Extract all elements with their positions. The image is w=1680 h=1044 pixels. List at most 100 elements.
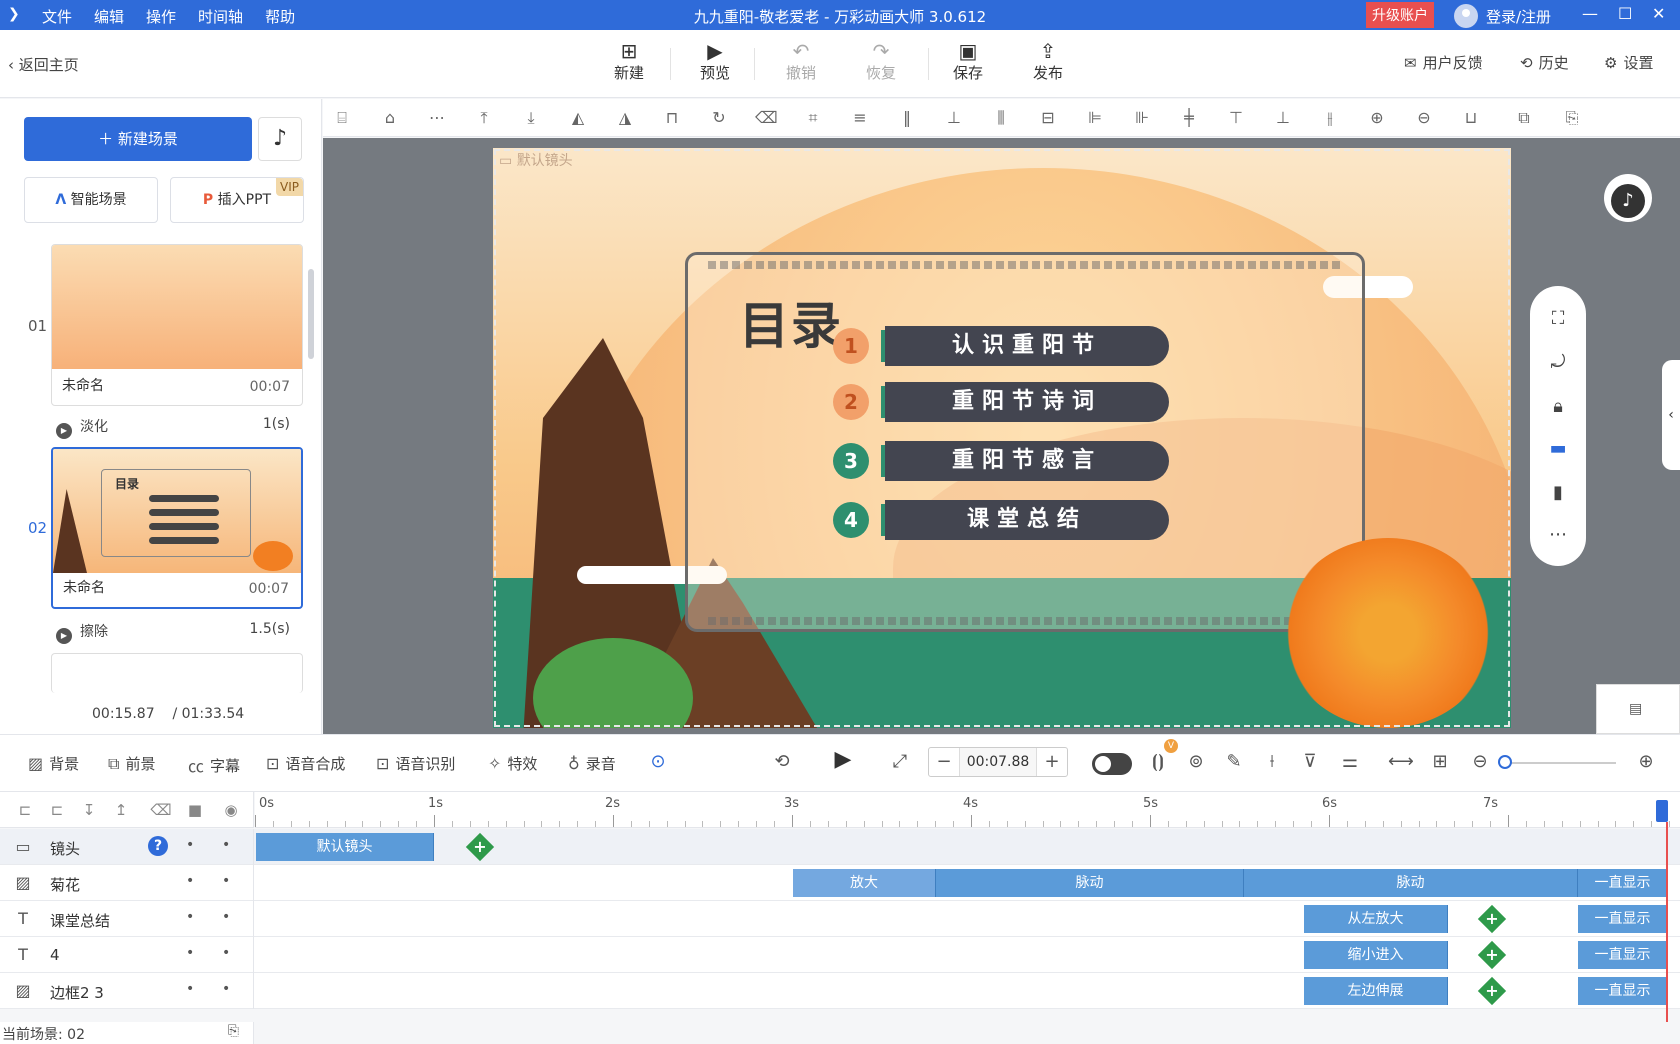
login-register-button[interactable]: 登录/注册 — [1454, 4, 1551, 28]
page-icon[interactable]: ⎘ — [228, 1023, 239, 1039]
time-minus-button[interactable]: − — [931, 751, 957, 772]
time-stepper[interactable]: − 00:07.88 + — [928, 747, 1068, 777]
animation-clip[interactable]: 从左放大 — [1304, 905, 1448, 933]
folder-icon[interactable]: ⊏ — [14, 801, 36, 819]
format-brush-icon[interactable]: ⌸ — [331, 108, 353, 128]
effects-button[interactable]: ✧ 特效 — [488, 753, 537, 774]
scene-transition-02[interactable]: ▶ 擦除 1.5(s) — [56, 621, 300, 644]
track-row-flower[interactable]: ▨ 菊花 • • 放大 脉动 脉动 一直显示 — [0, 865, 1680, 901]
align-center-icon[interactable]: ≡ — [849, 108, 871, 127]
toggle-switch[interactable] — [1092, 753, 1132, 775]
camera-snapshot-icon[interactable]: ⊚ — [1184, 751, 1208, 772]
scrollbar[interactable] — [308, 269, 314, 359]
maximize-icon[interactable]: ☐ — [1618, 4, 1632, 23]
scene-card-02[interactable]: 目录 未命名 00:07 — [51, 447, 303, 609]
fullscreen-icon[interactable]: ⤢ — [888, 751, 912, 772]
visibility-dot[interactable]: • — [186, 909, 194, 925]
portrait-icon[interactable]: ▮ — [1530, 482, 1586, 503]
history-button[interactable]: ⟲ 历史 — [1520, 52, 1569, 73]
visibility-dot[interactable]: • — [186, 981, 194, 997]
camera-clip[interactable]: 默认镜头 — [256, 833, 434, 861]
filter-icon[interactable]: ⊽ — [1298, 751, 1322, 772]
add-keyframe-button[interactable]: + — [1477, 940, 1507, 970]
align-middle-icon[interactable]: ‖ — [896, 108, 918, 127]
subtitle-button[interactable]: ㏄字幕 — [188, 753, 240, 777]
adjust-icon[interactable]: ⚌ — [1338, 751, 1362, 772]
track-row-four[interactable]: T 4 • • 缩小进入 + 一直显示 — [0, 937, 1680, 973]
lock-icon[interactable]: ⊓ — [661, 108, 683, 127]
music-toggle-button[interactable]: ♪ — [1604, 174, 1652, 222]
publish-button[interactable]: ⇪ 发布 — [1018, 40, 1078, 83]
toc-title[interactable]: 目录 — [739, 286, 843, 358]
zoom-in-icon[interactable]: ⊕ — [1634, 751, 1658, 772]
more-icon[interactable]: ⋯ — [426, 108, 448, 127]
canvas-area[interactable]: 目录 1 认识重阳节 2 重阳节诗词 3 重阳节感言 4 课堂总结 ▭ 默认镜头… — [323, 138, 1680, 734]
align-left-icon[interactable]: ⊫ — [1084, 108, 1106, 127]
play-icon[interactable]: ▶ — [831, 747, 855, 772]
back-home-button[interactable]: ‹ 返回主页 — [8, 54, 79, 75]
animation-clip[interactable]: 一直显示 — [1578, 869, 1668, 897]
zoom-slider-track[interactable] — [1504, 762, 1616, 764]
playhead-handle[interactable] — [1656, 800, 1668, 822]
animation-clip[interactable]: 一直显示 — [1578, 977, 1668, 1005]
settings-button[interactable]: ⚙ 设置 — [1604, 52, 1653, 73]
rotate-icon[interactable]: ↻ — [708, 108, 730, 127]
align-base-icon[interactable]: ⊥ — [1272, 108, 1294, 127]
time-plus-button[interactable]: + — [1039, 751, 1065, 772]
minimap[interactable]: ▤ — [1596, 684, 1680, 734]
lock-dot[interactable]: • — [222, 909, 230, 925]
distribute-h-icon[interactable]: ⫼ — [990, 108, 1012, 128]
add-keyframe-button[interactable]: + — [1477, 976, 1507, 1006]
minimize-icon[interactable]: — — [1582, 4, 1598, 23]
upgrade-account-button[interactable]: 升级账户 — [1366, 2, 1434, 28]
lock-dot[interactable]: • — [222, 837, 230, 853]
help-icon[interactable]: ? — [148, 836, 168, 856]
replay-icon[interactable]: ⟲ — [770, 751, 794, 772]
music-button[interactable]: ♪ — [258, 117, 302, 161]
paste-icon[interactable]: ⎘ — [1561, 108, 1583, 128]
insert-ppt-button[interactable]: P 插入PPT VIP — [170, 177, 304, 223]
fit-screen-icon[interactable]: ⛶ — [1530, 308, 1586, 329]
align-top-icon[interactable]: ⊤ — [1225, 108, 1247, 127]
zoom-out-icon[interactable]: ⊖ — [1413, 108, 1435, 127]
visibility-dot[interactable]: • — [186, 873, 194, 889]
foreground-button[interactable]: ⧉ 前景 — [108, 753, 155, 774]
lock-icon[interactable]: ■ — [184, 801, 206, 819]
align-bottom-icon[interactable]: ⊥ — [943, 108, 965, 127]
track-row-summary[interactable]: T 课堂总结 • • 从左放大 + 一直显示 — [0, 901, 1680, 937]
animation-clip[interactable]: 脉动 — [936, 869, 1244, 897]
one-to-one-icon[interactable]: ⊞ — [1428, 751, 1452, 772]
send-bottom-icon[interactable]: ⤓ — [520, 108, 542, 128]
new-scene-button[interactable]: ＋ 新建场景 — [24, 117, 252, 161]
crop-icon[interactable]: ⌗ — [802, 108, 824, 128]
smart-scene-button[interactable]: Λ 智能场景 — [24, 177, 158, 223]
split-icon[interactable]: ⟊ — [1260, 751, 1284, 772]
more-options-icon[interactable]: ⊙ — [646, 751, 670, 772]
scene-card-01[interactable]: 未命名 00:07 — [51, 244, 303, 406]
lock-icon[interactable]: 🔒︎ — [1530, 396, 1586, 417]
new-button[interactable]: ⊞ 新建 — [599, 40, 659, 83]
bracket-icon[interactable]: ⦗⦘ — [1146, 751, 1170, 772]
distribute-v-icon[interactable]: ⊟ — [1037, 108, 1059, 127]
zoom-out-icon[interactable]: ⊖ — [1468, 751, 1492, 772]
move-down-icon[interactable]: ↧ — [78, 801, 100, 819]
animation-clip[interactable]: 左边伸展 — [1304, 977, 1448, 1005]
add-keyframe-button[interactable]: + — [465, 832, 495, 862]
edit-icon[interactable]: ✎ — [1222, 751, 1246, 772]
slide-canvas[interactable]: 目录 1 认识重阳节 2 重阳节诗词 3 重阳节感言 4 课堂总结 — [493, 148, 1511, 728]
redo-button[interactable]: ↷ 恢复 — [851, 40, 911, 83]
close-icon[interactable]: ✕ — [1652, 4, 1665, 23]
chrysanthemum-image[interactable] — [1283, 538, 1493, 728]
scene-card-03[interactable] — [51, 653, 303, 693]
eye-icon[interactable]: ◉ — [220, 801, 242, 819]
scene-transition-01[interactable]: ▶ 淡化 1(s) — [56, 416, 300, 439]
time-value-input[interactable]: 00:07.88 — [959, 748, 1037, 776]
background-button[interactable]: ▨ 背景 — [28, 753, 79, 774]
fit-width-icon[interactable]: ⟷ — [1388, 751, 1414, 772]
feedback-button[interactable]: ✉ 用户反馈 — [1404, 52, 1483, 73]
delete-icon[interactable]: ⌫ — [150, 801, 172, 819]
track-row-border[interactable]: ▨ 边框2 3 • • 左边伸展 + 一直显示 — [0, 973, 1680, 1009]
delete-icon[interactable]: ⌫ — [755, 108, 778, 127]
animation-clip[interactable]: 一直显示 — [1578, 941, 1668, 969]
unlock-icon[interactable]: ⊔ — [1460, 108, 1482, 127]
